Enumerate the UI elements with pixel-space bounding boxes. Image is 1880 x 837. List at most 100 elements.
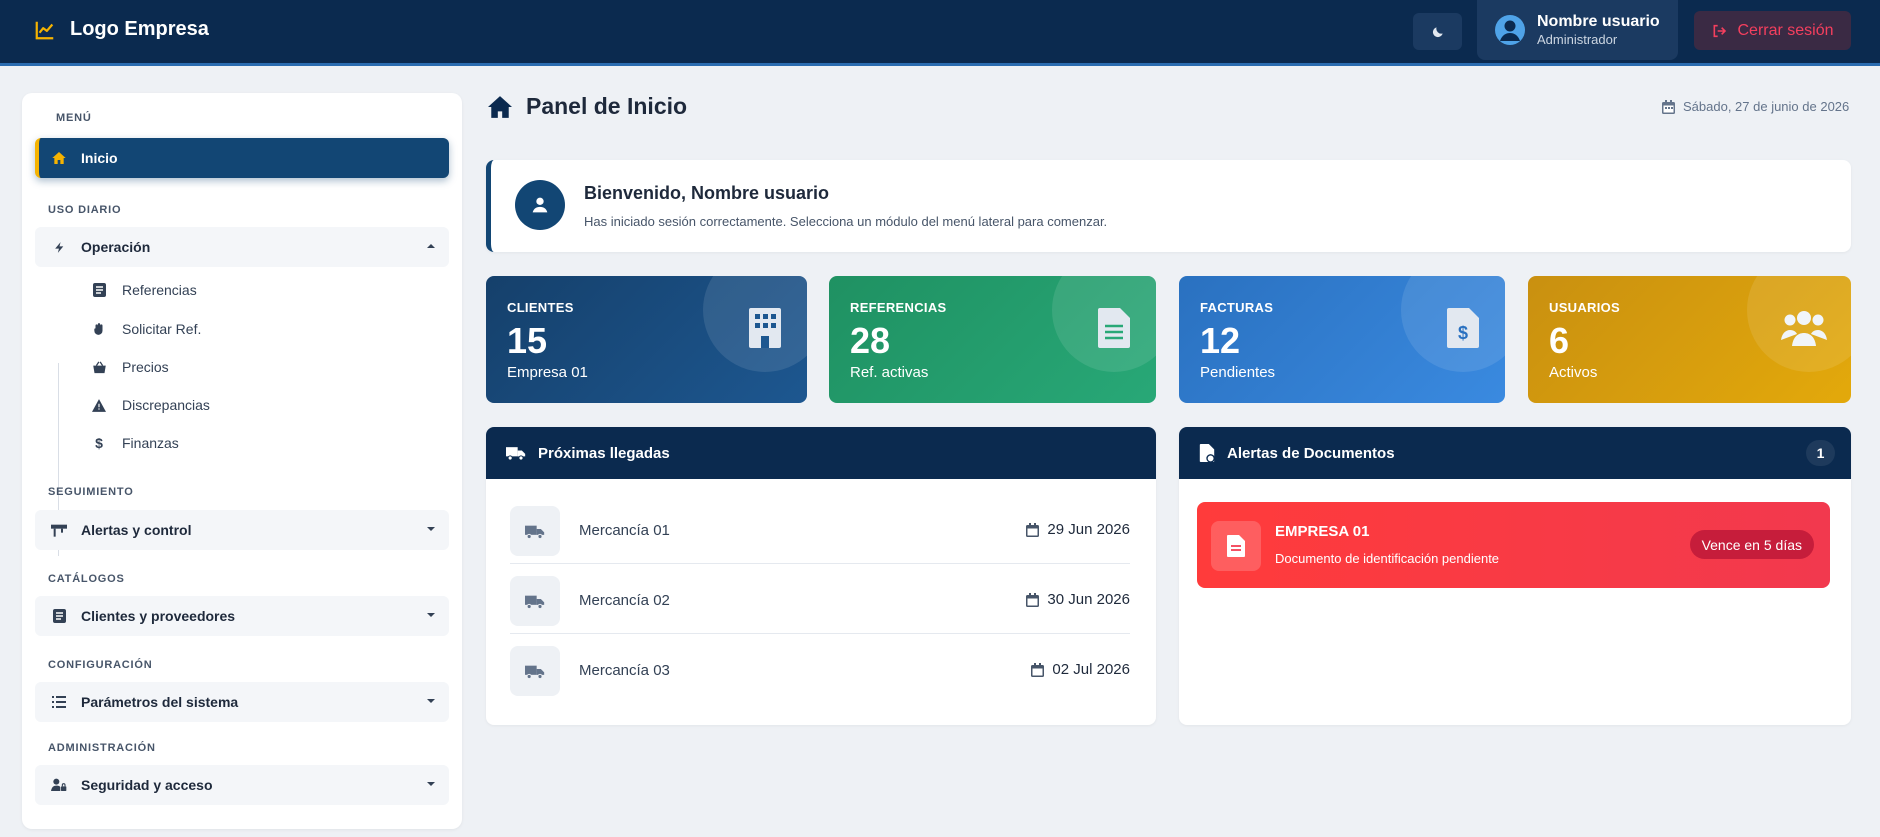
chevron-down-icon — [427, 699, 435, 703]
arrival-row[interactable]: Mercancía 01 29 Jun 2026 — [510, 494, 1130, 564]
alert-description: Documento de identificación pendiente — [1275, 551, 1500, 566]
chevron-down-icon — [427, 613, 435, 617]
welcome-card: Bienvenido, Nombre usuario Has iniciado … — [486, 160, 1851, 252]
page-title-text: Panel de Inicio — [526, 93, 688, 119]
alerts-count-badge: 1 — [1806, 440, 1835, 466]
address-book-icon — [49, 609, 69, 623]
hand-icon — [90, 322, 108, 336]
page-title: Panel de Inicio — [486, 93, 687, 120]
moon-icon — [1432, 26, 1443, 37]
user-lock-icon — [49, 778, 69, 792]
arrival-row[interactable]: Mercancía 03 02 Jul 2026 — [510, 634, 1130, 704]
sidebar-subitem-referencias[interactable]: Referencias — [90, 282, 197, 298]
stat-value: 12 — [1200, 320, 1241, 361]
stat-label: CLIENTES — [507, 300, 574, 315]
sidebar-subitem-discrepancias[interactable]: Discrepancias — [90, 397, 210, 413]
sidebar-item-clientes-proveedores[interactable]: Clientes y proveedores — [35, 596, 449, 636]
section-configuracion: CONFIGURACIÓN — [48, 659, 153, 671]
brand[interactable]: Logo Empresa — [34, 18, 209, 41]
stat-card-referencias[interactable]: REFERENCIAS 28 Ref. activas — [829, 276, 1156, 403]
chevron-down-icon — [427, 782, 435, 786]
arrival-row[interactable]: Mercancía 02 30 Jun 2026 — [510, 564, 1130, 634]
document-alerts-header: Alertas de Documentos 1 — [1179, 427, 1851, 479]
truck-icon — [506, 447, 526, 461]
user-menu[interactable]: Nombre usuario Administrador — [1477, 0, 1678, 60]
users-icon — [1779, 308, 1829, 348]
stat-label: USUARIOS — [1549, 300, 1621, 315]
calendar-icon — [1662, 99, 1675, 114]
stat-card-clientes[interactable]: CLIENTES 15 Empresa 01 — [486, 276, 807, 403]
stat-sub: Pendientes — [1200, 364, 1276, 381]
stat-sub: Activos — [1549, 364, 1598, 381]
alert-expiry-badge: Vence en 5 días — [1689, 530, 1814, 559]
sidebar-subitem-finanzas[interactable]: $ Finanzas — [90, 435, 179, 451]
stat-sub: Empresa 01 — [507, 364, 588, 381]
signpost-icon — [49, 523, 69, 537]
svg-text:$: $ — [1458, 323, 1468, 343]
arrival-date: 29 Jun 2026 — [1026, 521, 1130, 538]
arrivals-title: Próximas llegadas — [538, 444, 670, 462]
sidebar-item-operacion[interactable]: Operación — [35, 227, 449, 267]
calendar-icon — [1026, 592, 1040, 607]
top-bar: Logo Empresa Nombre usuario Administrado… — [0, 0, 1880, 66]
sidebar-subitem-label: Referencias — [122, 282, 197, 298]
truck-icon — [510, 506, 560, 556]
arrival-name: Mercancía 02 — [579, 592, 670, 609]
dollar-icon: $ — [95, 435, 103, 451]
user-role: Administrador — [1537, 31, 1618, 47]
file-text-icon — [1094, 308, 1134, 348]
chevron-down-icon — [427, 527, 435, 531]
document-alerts-panel: Alertas de Documentos 1 EMPRESA 01 Docum… — [1179, 427, 1851, 725]
stat-label: FACTURAS — [1200, 300, 1274, 315]
arrival-date-text: 29 Jun 2026 — [1047, 521, 1130, 538]
document-alerts-title: Alertas de Documentos — [1227, 444, 1395, 462]
sidebar-item-seguridad[interactable]: Seguridad y acceso — [35, 765, 449, 805]
arrival-date-text: 02 Jul 2026 — [1052, 661, 1130, 678]
sidebar-subitem-label: Finanzas — [122, 435, 179, 451]
sidebar-subitem-solicitar-ref[interactable]: Solicitar Ref. — [90, 321, 201, 337]
document-alert-item[interactable]: EMPRESA 01 Documento de identificación p… — [1197, 502, 1830, 588]
logout-label: Cerrar sesión — [1737, 21, 1834, 39]
file-invoice-dollar-icon: $ — [1443, 308, 1483, 348]
sign-out-icon — [1714, 24, 1727, 37]
arrival-date: 30 Jun 2026 — [1026, 591, 1130, 608]
sidebar-item-label: Parámetros del sistema — [81, 694, 239, 710]
list-box-icon — [90, 283, 108, 297]
welcome-text: Has iniciado sesión correctamente. Selec… — [584, 214, 1108, 229]
user-avatar-icon — [515, 180, 565, 230]
home-icon — [488, 95, 512, 118]
sidebar-item-alertas-control[interactable]: Alertas y control — [35, 510, 449, 550]
stat-value: 15 — [507, 320, 548, 361]
sidebar-item-inicio[interactable]: Inicio — [35, 138, 449, 178]
user-name: Nombre usuario — [1537, 12, 1660, 30]
stat-value: 28 — [850, 320, 891, 361]
section-catalogos: CATÁLOGOS — [48, 573, 125, 585]
sidebar-subitem-label: Solicitar Ref. — [122, 321, 202, 337]
theme-toggle-button[interactable] — [1413, 13, 1462, 50]
stat-card-facturas[interactable]: FACTURAS 12 Pendientes $ — [1179, 276, 1505, 403]
user-avatar-icon — [1495, 15, 1525, 45]
stat-value: 6 — [1549, 320, 1570, 361]
arrival-name: Mercancía 03 — [579, 662, 670, 679]
section-uso-diario: USO DIARIO — [48, 204, 122, 216]
sidebar-subitem-label: Precios — [122, 359, 169, 375]
arrivals-header: Próximas llegadas — [486, 427, 1156, 479]
sidebar-subitem-precios[interactable]: Precios — [90, 359, 169, 375]
stat-card-usuarios[interactable]: USUARIOS 6 Activos — [1528, 276, 1851, 403]
file-alert-icon — [1199, 444, 1215, 462]
section-seguimiento: SEGUIMIENTO — [48, 486, 134, 498]
home-icon — [49, 150, 69, 166]
welcome-title: Bienvenido, Nombre usuario — [584, 183, 830, 203]
calendar-icon — [1026, 522, 1040, 537]
truck-icon — [510, 576, 560, 626]
basket-icon — [90, 361, 108, 374]
sidebar: MENÚ Inicio USO DIARIO Operación Referen… — [22, 93, 462, 829]
sidebar-item-parametros[interactable]: Parámetros del sistema — [35, 682, 449, 722]
alert-company: EMPRESA 01 — [1275, 523, 1370, 540]
sidebar-item-label: Seguridad y acceso — [81, 777, 213, 793]
file-icon — [1211, 521, 1261, 571]
truck-icon — [510, 646, 560, 696]
sidebar-item-label: Alertas y control — [81, 522, 192, 538]
section-administracion: ADMINISTRACIÓN — [48, 742, 156, 754]
logout-button[interactable]: Cerrar sesión — [1694, 11, 1851, 50]
